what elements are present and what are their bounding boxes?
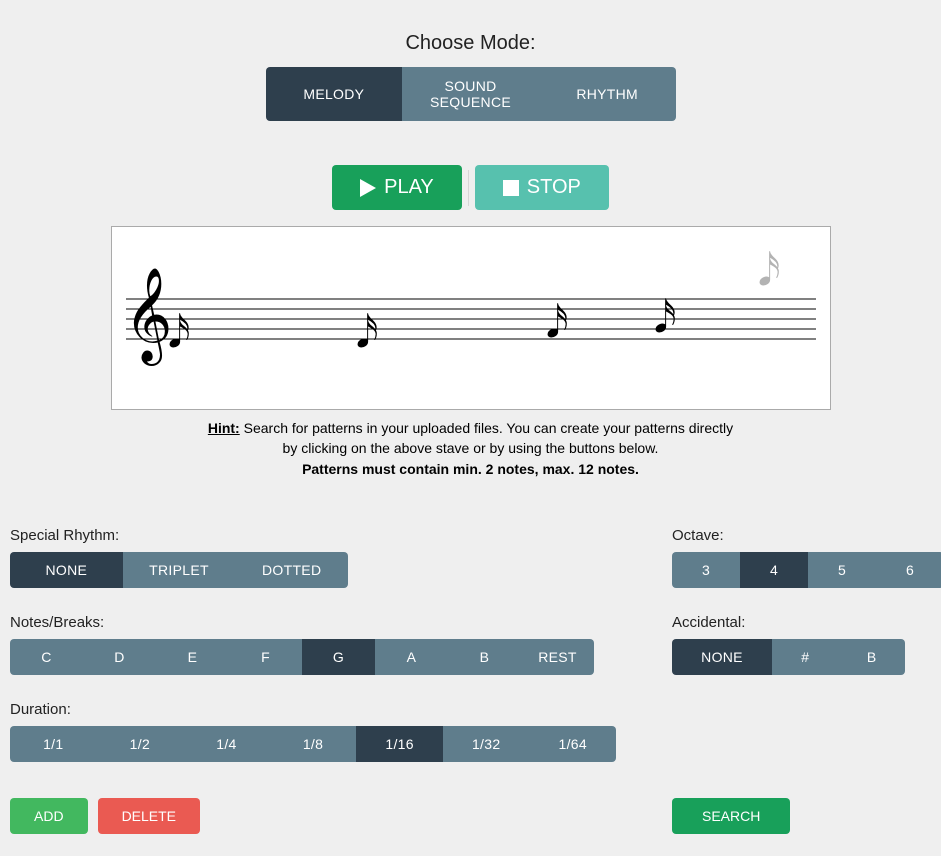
octave-5[interactable]: 5 xyxy=(808,552,876,588)
duration-1-8[interactable]: 1/8 xyxy=(270,726,357,762)
note-a[interactable]: A xyxy=(375,639,448,675)
note-rest[interactable]: REST xyxy=(521,639,594,675)
mode-tab-melody[interactable]: MELODY xyxy=(266,67,403,121)
play-button[interactable]: PLAY xyxy=(332,165,462,210)
svg-text:𝅘𝅥𝅯: 𝅘𝅥𝅯 xyxy=(546,298,569,347)
svg-text:𝅘𝅥𝅯: 𝅘𝅥𝅯 xyxy=(168,308,191,357)
duration-1-64[interactable]: 1/64 xyxy=(529,726,616,762)
svg-text:𝅘𝅥𝅯: 𝅘𝅥𝅯 xyxy=(758,246,781,295)
octave-label: Octave: xyxy=(672,527,941,544)
hint-prefix: Hint: xyxy=(208,420,240,436)
note-g[interactable]: G xyxy=(302,639,375,675)
mode-tab-sound-sequence[interactable]: SOUND SEQUENCE xyxy=(402,67,539,121)
accidental-label: Accidental: xyxy=(672,614,941,631)
note-e[interactable]: E xyxy=(156,639,229,675)
play-button-label: PLAY xyxy=(384,176,434,199)
duration-1-16[interactable]: 1/16 xyxy=(356,726,443,762)
duration-1-4[interactable]: 1/4 xyxy=(183,726,270,762)
svg-text:𝅘𝅥𝅯: 𝅘𝅥𝅯 xyxy=(654,293,677,342)
duration-1-32[interactable]: 1/32 xyxy=(443,726,530,762)
special-rhythm-group: NONE TRIPLET DOTTED xyxy=(10,552,348,588)
special-rhythm-dotted[interactable]: DOTTED xyxy=(235,552,348,588)
music-stave[interactable]: 𝄞 𝅘𝅥𝅯 𝅘𝅥𝅯 𝅘𝅥𝅯 𝅘𝅥𝅯 𝅘𝅥𝅯 xyxy=(111,226,831,410)
octave-6[interactable]: 6 xyxy=(876,552,941,588)
stop-button-label: STOP xyxy=(527,176,581,199)
duration-1-1[interactable]: 1/1 xyxy=(10,726,97,762)
accidental-group: NONE # B xyxy=(672,639,905,675)
octave-3[interactable]: 3 xyxy=(672,552,740,588)
left-action-row: ADD DELETE xyxy=(10,798,614,834)
duration-1-2[interactable]: 1/2 xyxy=(97,726,184,762)
notes-label: Notes/Breaks: xyxy=(10,614,614,631)
special-rhythm-label: Special Rhythm: xyxy=(10,527,614,544)
svg-text:𝅘𝅥𝅯: 𝅘𝅥𝅯 xyxy=(356,308,379,357)
accidental-flat[interactable]: B xyxy=(839,639,906,675)
search-button[interactable]: SEARCH xyxy=(672,798,790,834)
octave-group: 3 4 5 6 xyxy=(672,552,941,588)
duration-group: 1/1 1/2 1/4 1/8 1/16 1/32 1/64 xyxy=(10,726,616,762)
add-button[interactable]: ADD xyxy=(10,798,88,834)
hint-line-3: Patterns must contain min. 2 notes, max.… xyxy=(302,461,639,477)
hint-line-2: by clicking on the above stave or by usi… xyxy=(283,440,659,456)
mode-title: Choose Mode: xyxy=(10,32,931,55)
special-rhythm-none[interactable]: NONE xyxy=(10,552,123,588)
playback-controls: PLAY STOP xyxy=(10,165,931,210)
note-b[interactable]: B xyxy=(448,639,521,675)
play-stop-divider xyxy=(468,170,469,206)
special-rhythm-triplet[interactable]: TRIPLET xyxy=(123,552,236,588)
note-d[interactable]: D xyxy=(83,639,156,675)
accidental-sharp[interactable]: # xyxy=(772,639,839,675)
notes-group: C D E F G A B REST xyxy=(10,639,594,675)
note-c[interactable]: C xyxy=(10,639,83,675)
duration-label: Duration: xyxy=(10,701,614,718)
play-icon xyxy=(360,179,376,197)
hint-text: Hint: Search for patterns in your upload… xyxy=(111,418,831,479)
stop-icon xyxy=(503,180,519,196)
accidental-none[interactable]: NONE xyxy=(672,639,772,675)
note-f[interactable]: F xyxy=(229,639,302,675)
octave-4[interactable]: 4 xyxy=(740,552,808,588)
stop-button[interactable]: STOP xyxy=(475,165,609,210)
mode-tab-group: MELODY SOUND SEQUENCE RHYTHM xyxy=(266,67,676,121)
delete-button[interactable]: DELETE xyxy=(98,798,200,834)
hint-line-1: Search for patterns in your uploaded fil… xyxy=(240,420,733,436)
treble-clef-icon: 𝄞 xyxy=(124,268,172,366)
mode-tab-rhythm[interactable]: RHYTHM xyxy=(539,67,676,121)
